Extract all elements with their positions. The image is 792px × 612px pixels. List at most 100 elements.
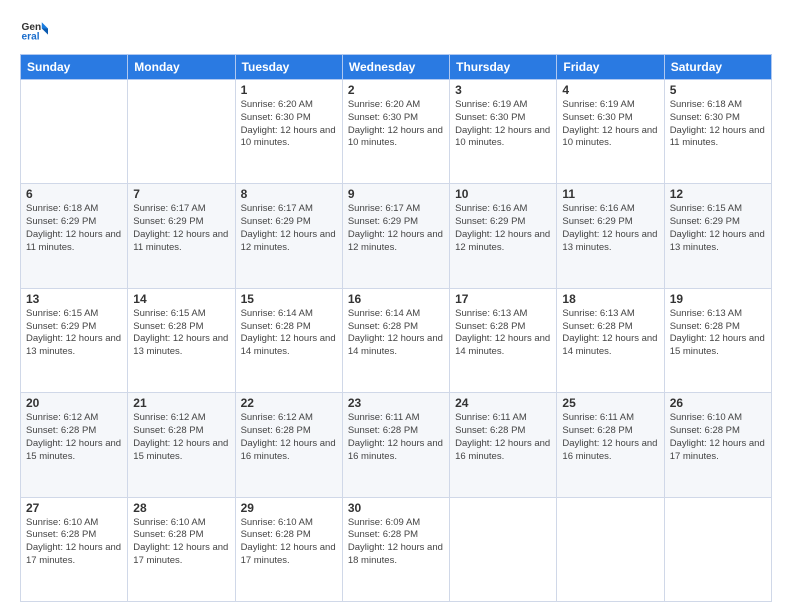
svg-text:eral: eral (22, 31, 40, 42)
weekday-header-saturday: Saturday (664, 55, 771, 80)
day-info: Sunrise: 6:18 AM Sunset: 6:29 PM Dayligh… (26, 203, 122, 254)
day-number: 5 (670, 83, 766, 97)
day-info: Sunrise: 6:10 AM Sunset: 6:28 PM Dayligh… (670, 412, 766, 463)
day-number: 3 (455, 83, 551, 97)
day-info: Sunrise: 6:16 AM Sunset: 6:29 PM Dayligh… (455, 203, 551, 254)
weekday-header-tuesday: Tuesday (235, 55, 342, 80)
day-number: 24 (455, 396, 551, 410)
day-number: 16 (348, 292, 444, 306)
day-number: 6 (26, 187, 122, 201)
calendar-cell: 21 Sunrise: 6:12 AM Sunset: 6:28 PM Dayli… (128, 393, 235, 497)
day-number: 7 (133, 187, 229, 201)
day-info: Sunrise: 6:10 AM Sunset: 6:28 PM Dayligh… (133, 517, 229, 568)
day-number: 2 (348, 83, 444, 97)
calendar-cell: 28 Sunrise: 6:10 AM Sunset: 6:28 PM Dayli… (128, 497, 235, 601)
calendar-cell: 27 Sunrise: 6:10 AM Sunset: 6:28 PM Dayli… (21, 497, 128, 601)
day-info: Sunrise: 6:19 AM Sunset: 6:30 PM Dayligh… (455, 99, 551, 150)
day-number: 23 (348, 396, 444, 410)
calendar-cell: 20 Sunrise: 6:12 AM Sunset: 6:28 PM Dayli… (21, 393, 128, 497)
logo-icon: Gen eral (20, 16, 48, 44)
calendar-cell (664, 497, 771, 601)
calendar-cell: 18 Sunrise: 6:13 AM Sunset: 6:28 PM Dayli… (557, 288, 664, 392)
day-number: 14 (133, 292, 229, 306)
day-info: Sunrise: 6:16 AM Sunset: 6:29 PM Dayligh… (562, 203, 658, 254)
calendar-cell: 7 Sunrise: 6:17 AM Sunset: 6:29 PM Daylig… (128, 184, 235, 288)
calendar-cell (450, 497, 557, 601)
day-number: 28 (133, 501, 229, 515)
weekday-header-thursday: Thursday (450, 55, 557, 80)
day-number: 13 (26, 292, 122, 306)
calendar-table: SundayMondayTuesdayWednesdayThursdayFrid… (20, 54, 772, 602)
calendar-cell: 1 Sunrise: 6:20 AM Sunset: 6:30 PM Daylig… (235, 80, 342, 184)
day-info: Sunrise: 6:12 AM Sunset: 6:28 PM Dayligh… (241, 412, 337, 463)
day-info: Sunrise: 6:12 AM Sunset: 6:28 PM Dayligh… (26, 412, 122, 463)
weekday-header-sunday: Sunday (21, 55, 128, 80)
day-number: 18 (562, 292, 658, 306)
day-info: Sunrise: 6:09 AM Sunset: 6:28 PM Dayligh… (348, 517, 444, 568)
calendar-cell: 8Sunrise: 6:17 AM Sunset: 6:29 PM Daylig… (235, 184, 342, 288)
calendar-cell: 16 Sunrise: 6:14 AM Sunset: 6:28 PM Dayli… (342, 288, 449, 392)
day-number: 12 (670, 187, 766, 201)
weekday-header-friday: Friday (557, 55, 664, 80)
day-number: 1 (241, 83, 337, 97)
day-info: Sunrise: 6:17 AM Sunset: 6:29 PM Dayligh… (133, 203, 229, 254)
calendar-cell: 3 Sunrise: 6:19 AM Sunset: 6:30 PM Daylig… (450, 80, 557, 184)
calendar-cell: 5 Sunrise: 6:18 AM Sunset: 6:30 PM Daylig… (664, 80, 771, 184)
day-info: Sunrise: 6:10 AM Sunset: 6:28 PM Dayligh… (26, 517, 122, 568)
day-info: Sunrise: 6:17 AM Sunset: 6:29 PM Dayligh… (348, 203, 444, 254)
day-info: Sunrise: 6:14 AM Sunset: 6:28 PM Dayligh… (241, 308, 337, 359)
calendar-cell (21, 80, 128, 184)
weekday-header-wednesday: Wednesday (342, 55, 449, 80)
day-number: 17 (455, 292, 551, 306)
weekday-header-monday: Monday (128, 55, 235, 80)
calendar-cell: 12 Sunrise: 6:15 AM Sunset: 6:29 PM Dayli… (664, 184, 771, 288)
calendar-cell: 25 Sunrise: 6:11 AM Sunset: 6:28 PM Dayli… (557, 393, 664, 497)
day-info: Sunrise: 6:20 AM Sunset: 6:30 PM Dayligh… (348, 99, 444, 150)
calendar-cell: 24 Sunrise: 6:11 AM Sunset: 6:28 PM Dayli… (450, 393, 557, 497)
day-info: Sunrise: 6:14 AM Sunset: 6:28 PM Dayligh… (348, 308, 444, 359)
day-number: 26 (670, 396, 766, 410)
day-info: Sunrise: 6:15 AM Sunset: 6:29 PM Dayligh… (670, 203, 766, 254)
calendar-cell: 13Sunrise: 6:15 AM Sunset: 6:29 PM Dayli… (21, 288, 128, 392)
day-number: 27 (26, 501, 122, 515)
calendar-cell: 23 Sunrise: 6:11 AM Sunset: 6:28 PM Dayli… (342, 393, 449, 497)
calendar-cell: 2 Sunrise: 6:20 AM Sunset: 6:30 PM Daylig… (342, 80, 449, 184)
day-number: 21 (133, 396, 229, 410)
day-info: Sunrise: 6:10 AM Sunset: 6:28 PM Dayligh… (241, 517, 337, 568)
calendar-cell: 9 Sunrise: 6:17 AM Sunset: 6:29 PM Daylig… (342, 184, 449, 288)
day-info: Sunrise: 6:11 AM Sunset: 6:28 PM Dayligh… (562, 412, 658, 463)
day-number: 30 (348, 501, 444, 515)
calendar-cell: 6 Sunrise: 6:18 AM Sunset: 6:29 PM Daylig… (21, 184, 128, 288)
day-number: 4 (562, 83, 658, 97)
day-info: Sunrise: 6:13 AM Sunset: 6:28 PM Dayligh… (562, 308, 658, 359)
calendar-cell: 30 Sunrise: 6:09 AM Sunset: 6:28 PM Dayli… (342, 497, 449, 601)
calendar-cell (557, 497, 664, 601)
day-info: Sunrise: 6:12 AM Sunset: 6:28 PM Dayligh… (133, 412, 229, 463)
calendar-cell: 10 Sunrise: 6:16 AM Sunset: 6:29 PM Dayli… (450, 184, 557, 288)
header: Gen eral (20, 16, 772, 44)
calendar-cell: 17 Sunrise: 6:13 AM Sunset: 6:28 PM Dayli… (450, 288, 557, 392)
calendar-cell: 29 Sunrise: 6:10 AM Sunset: 6:28 PM Dayli… (235, 497, 342, 601)
day-info: Sunrise: 6:13 AM Sunset: 6:28 PM Dayligh… (455, 308, 551, 359)
logo: Gen eral (20, 16, 52, 44)
calendar-cell: 4 Sunrise: 6:19 AM Sunset: 6:30 PM Daylig… (557, 80, 664, 184)
day-number: 10 (455, 187, 551, 201)
calendar-cell: 19Sunrise: 6:13 AM Sunset: 6:28 PM Dayli… (664, 288, 771, 392)
day-number: 29 (241, 501, 337, 515)
calendar-cell (128, 80, 235, 184)
calendar-cell: 26 Sunrise: 6:10 AM Sunset: 6:28 PM Dayli… (664, 393, 771, 497)
day-info: Sunrise: 6:15 AM Sunset: 6:28 PM Dayligh… (133, 308, 229, 359)
day-info: Sunrise: 6:13 AM Sunset: 6:28 PM Dayligh… (670, 308, 766, 359)
day-info: Sunrise: 6:11 AM Sunset: 6:28 PM Dayligh… (348, 412, 444, 463)
day-info: Sunrise: 6:17 AM Sunset: 6:29 PM Dayligh… (241, 203, 337, 254)
day-number: 22 (241, 396, 337, 410)
day-number: 11 (562, 187, 658, 201)
day-info: Sunrise: 6:18 AM Sunset: 6:30 PM Dayligh… (670, 99, 766, 150)
day-number: 25 (562, 396, 658, 410)
day-number: 9 (348, 187, 444, 201)
calendar-cell: 15Sunrise: 6:14 AM Sunset: 6:28 PM Dayli… (235, 288, 342, 392)
day-info: Sunrise: 6:11 AM Sunset: 6:28 PM Dayligh… (455, 412, 551, 463)
day-info: Sunrise: 6:19 AM Sunset: 6:30 PM Dayligh… (562, 99, 658, 150)
day-info: Sunrise: 6:20 AM Sunset: 6:30 PM Dayligh… (241, 99, 337, 150)
day-number: 20 (26, 396, 122, 410)
